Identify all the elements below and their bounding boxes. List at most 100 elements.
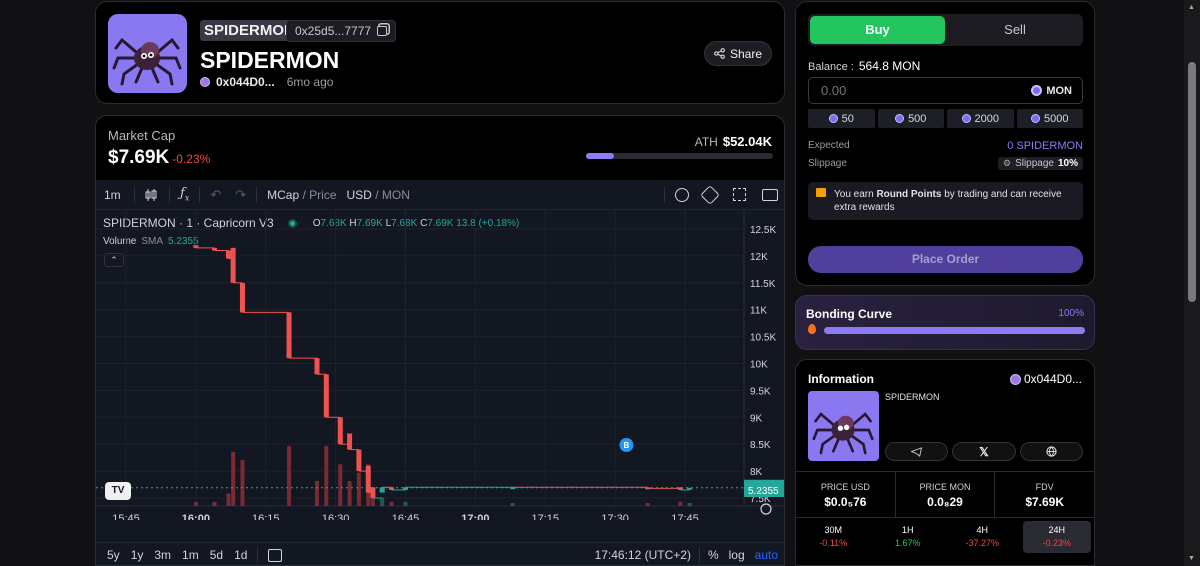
- ath-progress-fill: [586, 153, 615, 159]
- price-stat: FDV $7.69K: [995, 472, 1094, 517]
- chart-clock: 17:46:12 (UTC+2): [594, 548, 691, 562]
- scrollbar-thumb[interactable]: [1188, 62, 1196, 302]
- range-button[interactable]: 1y: [131, 548, 144, 562]
- telegram-button[interactable]: [885, 442, 949, 461]
- page-scrollbar[interactable]: ▲ ▼: [1184, 0, 1200, 566]
- volume-bar: [403, 501, 408, 506]
- x-button[interactable]: 𝕏: [952, 442, 1016, 461]
- candle: [286, 312, 292, 359]
- creator-address[interactable]: 0x044D0...: [216, 75, 275, 89]
- mon-icon: [895, 114, 905, 123]
- indicators-icon[interactable]: ƒx: [180, 186, 189, 203]
- log-toggle[interactable]: log: [729, 548, 745, 562]
- range-list: 5y 1y 3m 1m 5d 1d: [107, 548, 247, 562]
- social-buttons: 𝕏: [885, 442, 1083, 461]
- timeframe-change-value: -0.11%: [819, 538, 848, 548]
- slippage-row: Slippage ⚙ Slippage 10%: [808, 157, 1083, 170]
- candle: [356, 449, 362, 472]
- scroll-down-arrow[interactable]: ▼: [1188, 555, 1195, 562]
- volume-bar: [193, 501, 198, 506]
- timeframe-change-tab[interactable]: 24H -0.23%: [1022, 521, 1091, 553]
- y-tick-label: 9K: [750, 413, 763, 424]
- preset-button[interactable]: 5000: [1016, 109, 1083, 128]
- toolbar-divider: [698, 547, 700, 563]
- market-cap-row: $7.69K -0.23%: [108, 147, 210, 169]
- scroll-up-arrow[interactable]: ▲: [1188, 4, 1195, 11]
- undo-icon[interactable]: ↶: [210, 187, 221, 203]
- place-order-button[interactable]: Place Order: [808, 246, 1083, 273]
- candle: [365, 465, 371, 493]
- trade-card: Buy Sell Balance : 564.8 MON MON 50 500 20…: [795, 1, 1095, 286]
- balance-row: Balance : 564.8 MON: [808, 59, 920, 73]
- bonding-progress-track: [824, 327, 1085, 334]
- usd-toggle[interactable]: USD: [347, 188, 372, 202]
- mon-icon: [961, 114, 971, 123]
- settings-icon[interactable]: [700, 184, 720, 205]
- camera-icon[interactable]: [762, 188, 778, 201]
- price-stat-label: PRICE MON: [919, 482, 971, 492]
- website-button[interactable]: [1019, 442, 1083, 461]
- price-stat: PRICE MON 0.0₈29: [896, 472, 996, 517]
- slippage-chip[interactable]: ⚙ Slippage 10%: [997, 157, 1083, 170]
- share-button[interactable]: Share: [703, 41, 772, 66]
- price-chart[interactable]: 12.5K12K11.5K11K10.5K10K9.5K9K8.5K8K7.5K…: [96, 210, 785, 520]
- date-range-icon[interactable]: [268, 548, 283, 562]
- preset-button[interactable]: 2000: [947, 109, 1014, 128]
- fire-icon: [808, 324, 816, 334]
- fullscreen-icon[interactable]: [733, 188, 746, 201]
- candles-icon[interactable]: [143, 187, 159, 203]
- candle: [337, 417, 343, 445]
- info-creator[interactable]: 0x044D0...: [1009, 372, 1082, 386]
- timeframe-change-tab[interactable]: 1H 1.67%: [874, 521, 943, 553]
- x-tick-label: 16:30: [322, 513, 350, 520]
- market-chart-card: Market Cap $7.69K -0.23% ATH $52.04K 1m …: [95, 115, 785, 566]
- price-stat-label: FDV: [1035, 482, 1054, 492]
- tradingview-logo[interactable]: TV: [105, 482, 131, 500]
- ath-label: ATH: [694, 135, 718, 149]
- toolbar-divider: [257, 547, 259, 563]
- preset-button[interactable]: 500: [877, 109, 944, 128]
- preset-button[interactable]: 50: [808, 109, 875, 128]
- alert-icon[interactable]: [675, 187, 689, 202]
- mcap-toggle[interactable]: MCap: [267, 188, 299, 202]
- auto-toggle[interactable]: auto: [755, 548, 778, 562]
- amount-currency: MON: [1046, 84, 1072, 97]
- volume-bar: [645, 503, 650, 506]
- range-button[interactable]: 3m: [154, 548, 171, 562]
- expected-label: Expected: [808, 140, 850, 151]
- buy-tab[interactable]: Buy: [810, 16, 945, 44]
- volume-bar: [389, 501, 394, 506]
- range-button[interactable]: 1d: [234, 548, 247, 562]
- redo-icon[interactable]: ↷: [235, 187, 246, 203]
- candle: [225, 250, 231, 259]
- creator-avatar-icon: [200, 77, 210, 87]
- percent-toggle[interactable]: %: [708, 548, 719, 562]
- gear-icon: ⚙: [1002, 158, 1012, 168]
- timeframe-changes-row: 30M -0.11% 1H 1.67% 4H -37.27% 24H -0.23%: [796, 521, 1094, 553]
- buy-sell-toggle: Buy Sell: [808, 14, 1083, 46]
- x-tick-label: 15:45: [112, 513, 140, 520]
- notice-prefix: You earn: [834, 189, 877, 200]
- timeframe-change-tab[interactable]: 4H -37.27%: [948, 521, 1017, 553]
- mon-icon: [1031, 85, 1043, 96]
- range-button[interactable]: 5d: [210, 548, 223, 562]
- price-stat-label: PRICE USD: [820, 482, 870, 492]
- preset-amount: 2000: [974, 112, 999, 125]
- expected-row: Expected 0 SPIDERMON: [808, 140, 1083, 152]
- amount-input[interactable]: [809, 83, 1032, 98]
- toolbar-divider: [664, 186, 665, 203]
- mon-toggle[interactable]: MON: [382, 188, 410, 202]
- sell-tab[interactable]: Sell: [947, 14, 1083, 46]
- price-toggle[interactable]: Price: [309, 188, 336, 202]
- timeframe-change-tab[interactable]: 30M -0.11%: [799, 521, 868, 553]
- info-title: Information: [808, 372, 874, 386]
- y-tick-label: 10K: [750, 360, 768, 371]
- interval-button[interactable]: 1m: [104, 188, 126, 202]
- copy-icon[interactable]: [377, 26, 388, 36]
- y-tick-label: 9.5K: [750, 386, 771, 397]
- token-avatar: [108, 14, 187, 93]
- notice-bold: Round Points: [876, 189, 942, 200]
- range-button[interactable]: 5y: [107, 548, 120, 562]
- contract-address-chip[interactable]: 0x25d5...7777: [286, 20, 397, 42]
- range-button[interactable]: 1m: [182, 548, 199, 562]
